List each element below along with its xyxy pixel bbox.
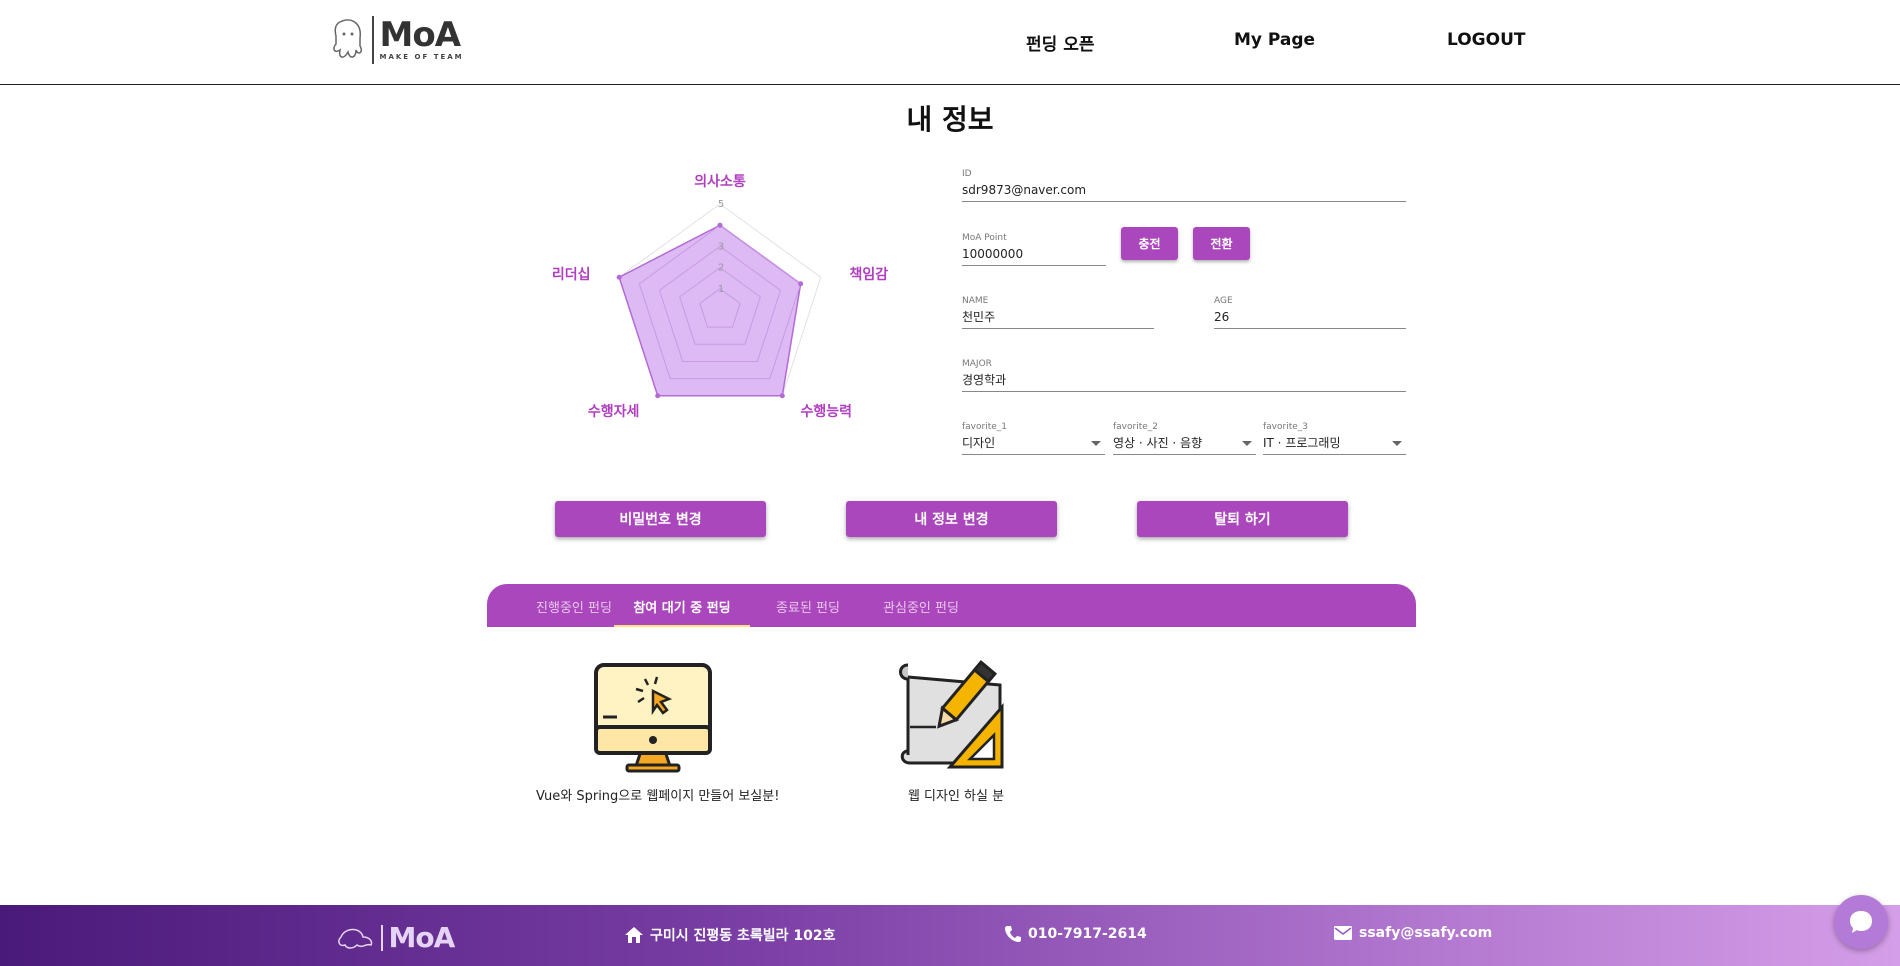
major-field[interactable]: MAJOR 경영학과 — [962, 358, 1406, 392]
favorite-3-value: IT · 프로그래밍 — [1263, 436, 1341, 450]
footer-address: 구미시 진평동 초록빌라 102호 — [624, 925, 836, 945]
dropdown-arrow-icon — [1242, 441, 1252, 446]
radar-tick-label: 1 — [718, 284, 724, 295]
tab-waiting-funding[interactable]: 참여 대기 중 펀딩 — [614, 584, 750, 627]
nav-my-page[interactable]: My Page — [1234, 30, 1315, 50]
funding-card[interactable]: Vue와 Spring으로 웹페이지 만들어 보실분! — [536, 655, 779, 804]
favorite-2-select[interactable]: favorite_2 영상 · 사진 · 음향 — [1113, 421, 1256, 455]
convert-button[interactable]: 전환 — [1193, 227, 1250, 260]
page-title: 내 정보 — [906, 103, 994, 136]
chat-bubble-icon — [1850, 911, 1872, 933]
radar-tick-label: 2 — [718, 263, 724, 274]
radar-tick-label: 3 — [718, 241, 724, 252]
header-logo[interactable]: MoA MAKE OF TEAM — [330, 16, 464, 64]
radar-axis-label: 수행자세 — [588, 404, 640, 420]
nav-funding-open[interactable]: 펀딩 오픈 — [1026, 30, 1094, 55]
nav-logout[interactable]: LOGOUT — [1447, 30, 1525, 50]
ghost-mascot-icon — [333, 19, 363, 58]
withdraw-button[interactable]: 탈퇴 하기 — [1137, 501, 1348, 537]
radar-axis-label: 리더십 — [552, 267, 591, 283]
radar-tick-label: 5 — [718, 199, 724, 210]
favorite-1-select[interactable]: favorite_1 디자인 — [962, 421, 1105, 455]
funding-title[interactable]: Vue와 Spring으로 웹페이지 만들어 보실분! — [536, 785, 779, 804]
radar-point — [779, 393, 785, 399]
funding-tabs: 진행중인 펀딩 참여 대기 중 펀딩 종료된 펀딩 관심중인 펀딩 — [487, 584, 1416, 627]
dropdown-arrow-icon — [1392, 441, 1402, 446]
moa-point-field[interactable]: MoA Point 10000000 — [962, 232, 1106, 266]
id-field[interactable]: ID sdr9873@naver.com — [962, 168, 1406, 202]
footer-phone: 010-7917-2614 — [1004, 925, 1147, 943]
name-value[interactable]: 천민주 — [962, 307, 1154, 329]
change-password-button[interactable]: 비밀번호 변경 — [555, 501, 766, 537]
radar-point — [798, 281, 804, 287]
top-header: MoA MAKE OF TEAM 펀딩 오픈 My Page LOGOUT — [0, 0, 1900, 85]
radar-axis-label: 책임감 — [849, 266, 888, 283]
favorite-1-value: 디자인 — [962, 436, 996, 450]
id-value[interactable]: sdr9873@naver.com — [962, 180, 1406, 202]
name-field[interactable]: NAME 천민주 — [962, 295, 1154, 329]
footer-logo: MoA — [335, 921, 456, 954]
home-icon — [625, 927, 643, 943]
logo-subtext: MAKE OF TEAM — [379, 53, 464, 61]
footer: MoA 구미시 진평동 초록빌라 102호 010-7917-2614 ssaf… — [0, 905, 1900, 966]
logo-separator — [372, 16, 374, 64]
tab-finished-funding[interactable]: 종료된 펀딩 — [753, 584, 863, 627]
radar-axis-label: 수행능력 — [801, 404, 853, 420]
change-info-button[interactable]: 내 정보 변경 — [846, 501, 1057, 537]
footer-email: ssafy@ssafy.com — [1333, 925, 1492, 941]
radar-axis-label: 의사소통 — [694, 173, 746, 190]
funding-card[interactable]: 웹 디자인 하실 분 — [866, 655, 1046, 804]
logo-text: MoA — [379, 15, 462, 55]
mail-icon — [1334, 926, 1352, 940]
funding-title[interactable]: 웹 디자인 하실 분 — [866, 785, 1046, 804]
computer-click-icon — [594, 663, 712, 773]
radar-point — [616, 274, 622, 280]
age-value[interactable]: 26 — [1214, 307, 1406, 329]
favorite-2-value: 영상 · 사진 · 음향 — [1113, 436, 1203, 450]
radar-point — [717, 222, 723, 228]
moa-point-value[interactable]: 10000000 — [962, 244, 1106, 266]
ghost-mascot-icon — [338, 928, 373, 949]
age-field[interactable]: AGE 26 — [1214, 295, 1406, 329]
radar-point — [655, 393, 661, 399]
tab-favorite-funding[interactable]: 관심중인 펀딩 — [851, 584, 991, 627]
chat-button[interactable] — [1834, 895, 1888, 949]
dropdown-arrow-icon — [1091, 441, 1101, 446]
footer-logo-text: MoA — [388, 921, 456, 954]
ability-radar-chart: 1 2 3 5 의사소통책임감수행능력 수행자세 리더십 — [552, 173, 888, 420]
charge-button[interactable]: 충전 — [1121, 227, 1178, 260]
major-value[interactable]: 경영학과 — [962, 370, 1406, 392]
design-pencil-ruler-icon — [899, 660, 1004, 769]
phone-icon — [1005, 926, 1021, 942]
favorite-3-select[interactable]: favorite_3 IT · 프로그래밍 — [1263, 421, 1406, 455]
